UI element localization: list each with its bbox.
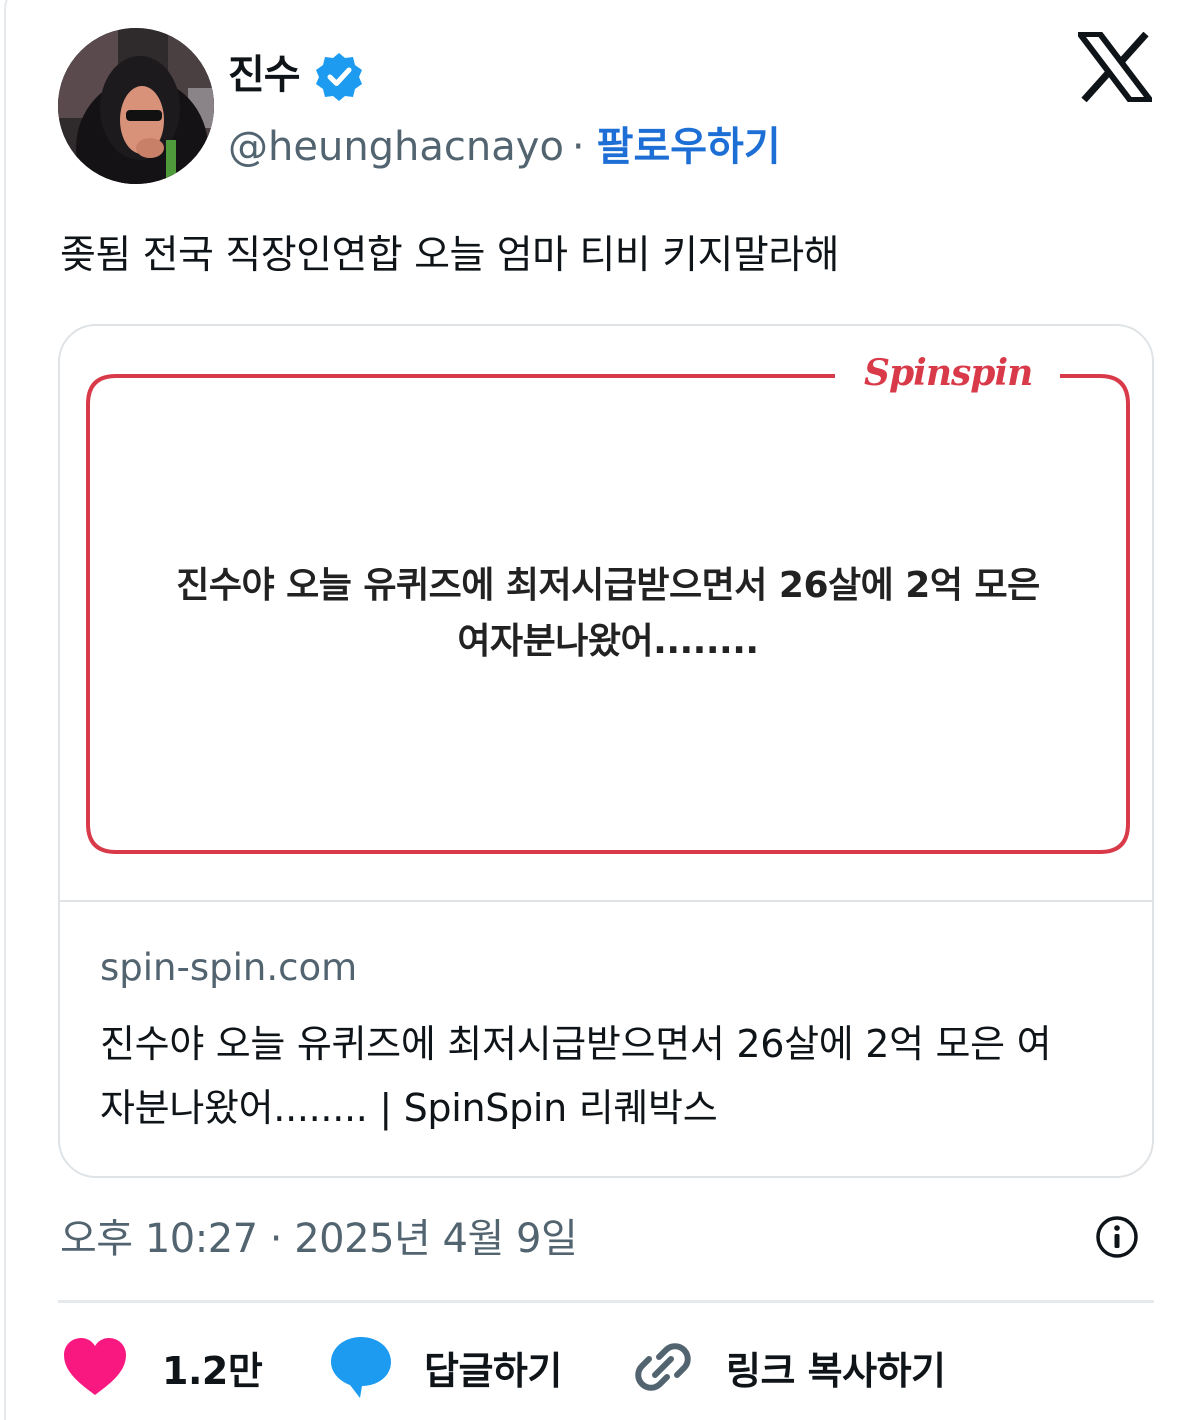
copy-link-button[interactable]: 링크 복사하기 (632, 1332, 946, 1402)
tweet-text: 좆됨 전국 직장인연합 오늘 엄마 티비 키지말라해 (60, 233, 839, 278)
user-handle[interactable]: @heunghacnayo (228, 124, 564, 170)
reply-bubble-icon (331, 1337, 391, 1398)
spinspin-logo: Spinspin (860, 352, 1037, 394)
reply-button[interactable]: 답글하기 (328, 1332, 562, 1402)
image-headline: 진수야 오늘 유퀴즈에 최저시급받으면서 26살에 2억 모은 여자분나왔어..… (100, 558, 1116, 670)
handle-row: @heunghacnayo · 팔로우하기 (228, 114, 781, 172)
like-count: 1.2만 (162, 1348, 263, 1393)
avatar-image (58, 28, 214, 184)
copy-link-label: 링크 복사하기 (726, 1348, 946, 1393)
card-title-line2: 자분나왔어........ | SpinSpin 리퀘박스 (100, 1086, 718, 1130)
link-icon (635, 1343, 691, 1391)
follow-button[interactable]: 팔로우하기 (597, 124, 781, 170)
x-logo-icon[interactable] (1078, 32, 1152, 102)
card-domain: spin-spin.com (100, 946, 358, 989)
avatar[interactable] (58, 28, 214, 184)
card-divider (60, 900, 1152, 902)
handle-separator: · (571, 124, 585, 170)
card-title: 진수야 오늘 유퀴즈에 최저시급받으면서 26살에 2억 모은 여 자분나왔어.… (100, 1012, 1110, 1140)
display-name[interactable]: 진수 (228, 42, 301, 100)
reply-label: 답글하기 (424, 1348, 562, 1393)
heart-icon (64, 1338, 126, 1395)
link-preview-image: Spinspin 진수야 오늘 유퀴즈에 최저시급받으면서 26살에 2억 모은… (60, 326, 1152, 900)
tweet-timestamp[interactable]: 오후 10:27 · 2025년 4월 9일 (60, 1206, 578, 1264)
like-button[interactable]: 1.2만 (62, 1332, 263, 1402)
image-headline-line1: 진수야 오늘 유퀴즈에 최저시급받으면서 26살에 2억 모은 (176, 565, 1040, 606)
verified-badge-icon (316, 53, 362, 101)
link-preview-card[interactable]: Spinspin 진수야 오늘 유퀴즈에 최저시급받으면서 26살에 2억 모은… (58, 324, 1154, 1178)
footer-divider (58, 1300, 1154, 1303)
image-headline-line2: 여자분나왔어........ (457, 621, 759, 662)
card-title-line1: 진수야 오늘 유퀴즈에 최저시급받으면서 26살에 2억 모은 여 (100, 1022, 1052, 1066)
info-icon[interactable] (1094, 1214, 1140, 1260)
